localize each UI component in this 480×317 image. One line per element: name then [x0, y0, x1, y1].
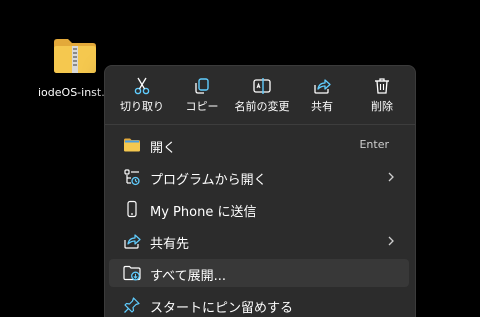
share-button[interactable]: 共有: [291, 72, 353, 118]
menu-item-label: My Phone に送信: [150, 205, 257, 220]
folder-icon: [124, 138, 140, 152]
copy-icon: [195, 78, 209, 94]
chevron-right-icon: [388, 172, 394, 182]
copy-label: コピー: [185, 100, 219, 113]
menu-item-open-with[interactable]: プログラムから開く: [109, 163, 409, 191]
zip-folder-icon: [54, 39, 96, 73]
menu-item-share-with[interactable]: 共有先: [109, 227, 409, 255]
desktop: iodeOS-inst... 切り取り コピー 名前の変更 共有 削除 開く E…: [0, 0, 480, 317]
menu-item-label: スタートにピン留めする: [150, 301, 294, 316]
shortcut-label: Enter: [359, 138, 389, 151]
cut-label: 切り取り: [120, 100, 164, 113]
quick-action-bar: 切り取り コピー 名前の変更 共有 削除: [105, 66, 415, 124]
phone-icon: [127, 200, 137, 218]
menu-item-open[interactable]: 開く Enter: [109, 131, 409, 159]
rename-icon: [253, 78, 271, 94]
share-icon: [314, 79, 331, 94]
pin-icon: [124, 297, 140, 313]
menu-item-label: 開く: [150, 141, 177, 156]
extract-icon: [123, 265, 141, 281]
open-with-icon: [124, 169, 140, 186]
rename-label: 名前の変更: [234, 100, 290, 113]
trash-icon: [375, 78, 389, 94]
share-label: 共有: [311, 100, 333, 113]
copy-button[interactable]: コピー: [171, 72, 233, 118]
menu-item-pin-to-start[interactable]: スタートにピン留めする: [109, 291, 409, 317]
menu-item-label: プログラムから開く: [150, 173, 267, 188]
rename-button[interactable]: 名前の変更: [231, 72, 293, 118]
menu-item-send-to-phone[interactable]: My Phone に送信: [109, 195, 409, 223]
share-icon: [124, 234, 141, 249]
menu-item-extract-all[interactable]: すべて展開...: [109, 259, 409, 287]
context-menu: 切り取り コピー 名前の変更 共有 削除 開く Enter プログラムから開く …: [104, 65, 416, 317]
menu-divider: [105, 124, 415, 125]
chevron-right-icon: [388, 236, 394, 246]
cut-button[interactable]: 切り取り: [111, 72, 173, 118]
delete-label: 削除: [371, 100, 393, 113]
menu-item-label: すべて展開...: [150, 269, 226, 284]
delete-button[interactable]: 削除: [351, 72, 413, 118]
scissors-icon: [134, 77, 150, 95]
menu-item-label: 共有先: [150, 237, 190, 252]
